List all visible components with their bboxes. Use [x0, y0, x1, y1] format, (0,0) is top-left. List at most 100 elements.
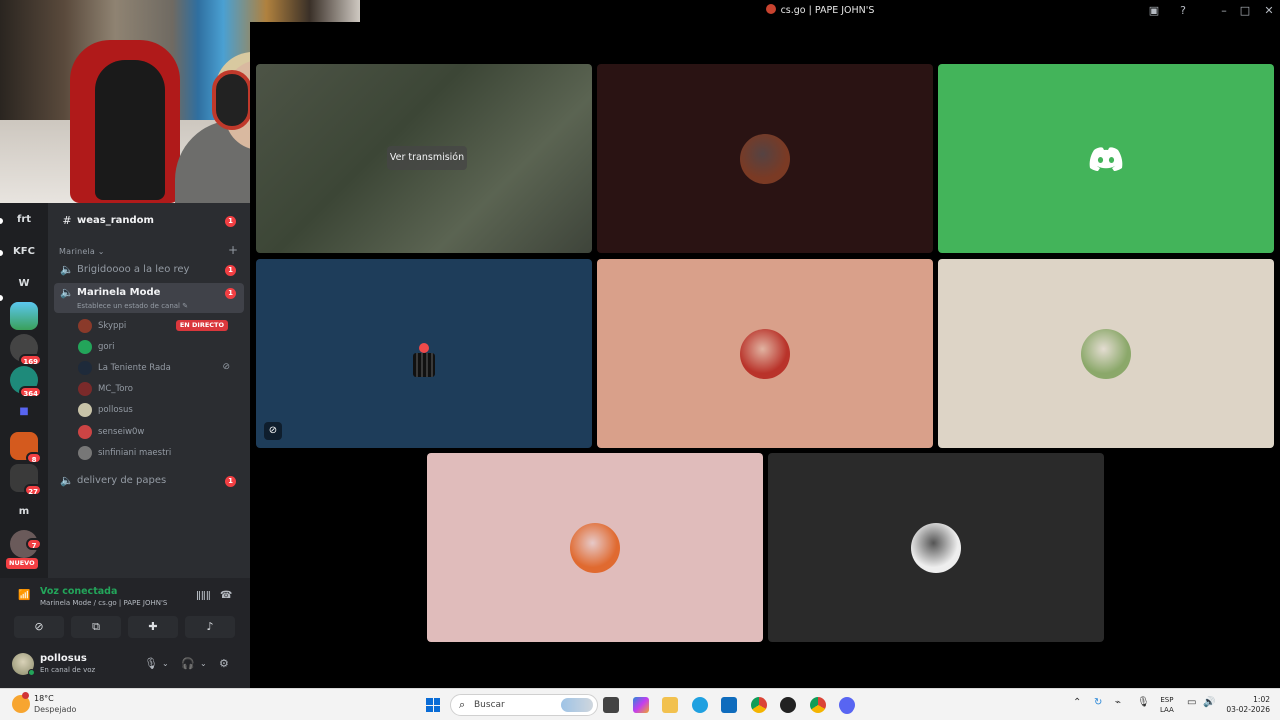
- server-m[interactable]: m: [10, 498, 38, 526]
- signal-icon[interactable]: 📶: [18, 590, 30, 601]
- avatar: [78, 382, 92, 396]
- soundboard-button[interactable]: ♪: [185, 616, 235, 638]
- voice-user-la-teniente-rada[interactable]: La Teniente Rada ⊘: [78, 359, 238, 377]
- window-title: cs.go | PAPE JOHN'S: [360, 4, 1280, 16]
- speaker-icon: 🔈: [60, 263, 74, 276]
- start-button[interactable]: [426, 698, 440, 712]
- notification-dot: [22, 692, 29, 699]
- username[interactable]: pollosus: [40, 653, 87, 664]
- participant-tile-senseiw0w[interactable]: [427, 453, 763, 642]
- server-169[interactable]: 169: [10, 334, 42, 366]
- channel-list: # weas_random 1 Marinela ⌄ + 🔈 Brigidooo…: [48, 203, 250, 578]
- taskbar-search[interactable]: ⌕ Buscar: [450, 694, 598, 716]
- avatar: [911, 522, 961, 573]
- voice-user-pollosus[interactable]: pollosus: [78, 401, 238, 419]
- participant-tile-skyppi[interactable]: [597, 64, 933, 253]
- windows-taskbar: 18°C Despejado ⌕ Buscar ⌃ ↻ ⌁ 🎙 ESP LAA ▭…: [0, 688, 1280, 720]
- discord-taskbar-icon[interactable]: [839, 697, 855, 713]
- voice-connected-panel: 📶 Voz conectada Marinela Mode / cs.go | …: [0, 578, 250, 646]
- server-folder-8[interactable]: 8: [10, 432, 42, 464]
- headphones-icon[interactable]: 🎧: [181, 657, 195, 670]
- voice-connected-location[interactable]: Marinela Mode / cs.go | PAPE JOHN'S: [40, 599, 167, 607]
- network-icon[interactable]: ⌁: [1115, 697, 1121, 708]
- participant-tile-sinfiniani-maestri[interactable]: [768, 453, 1104, 642]
- noise-suppression-icon[interactable]: ǁǁǁ: [196, 590, 211, 601]
- avatar: [740, 133, 790, 184]
- online-status-dot: [28, 669, 35, 676]
- chevron-down-icon[interactable]: ⌄: [162, 659, 169, 668]
- clock[interactable]: 1:02 03-02-2026: [1220, 695, 1270, 715]
- voice-user-gori[interactable]: gori: [78, 338, 238, 356]
- user-panel: pollosus En canal de voz 🎙 ⌄ 🎧 ⌄ ⚙: [0, 646, 250, 688]
- camera-off-icon: ⊘: [264, 422, 282, 440]
- stream-tile[interactable]: Ver transmisión: [256, 64, 592, 253]
- help-icon[interactable]: ?: [1176, 4, 1190, 18]
- voice-user-senseiw0w[interactable]: senseiw0w: [78, 423, 238, 441]
- maximize-button[interactable]: □: [1238, 4, 1252, 18]
- user-status: En canal de voz: [40, 666, 96, 674]
- speaker-icon: 🔈: [60, 474, 74, 487]
- speaker-icon: 🔈: [60, 286, 74, 299]
- channel-weas-random[interactable]: # weas_random 1: [54, 211, 244, 231]
- microphone-icon[interactable]: 🎙: [144, 657, 158, 670]
- activities-button[interactable]: ✚: [128, 616, 178, 638]
- chevron-up-icon[interactable]: ⌃: [1073, 697, 1081, 708]
- copilot-icon[interactable]: [633, 697, 649, 713]
- server-landscape[interactable]: [10, 302, 38, 330]
- app-icon[interactable]: [780, 697, 796, 713]
- server-frt[interactable]: frt: [10, 206, 38, 234]
- live-badge: EN DIRECTO: [175, 320, 228, 331]
- server-kfc[interactable]: KFC: [10, 238, 38, 266]
- avatar: [78, 425, 92, 439]
- task-view-icon[interactable]: [603, 697, 619, 713]
- camera-off-icon: ⊘: [222, 362, 230, 372]
- search-icon: ⌕: [459, 698, 466, 711]
- voice-channel-marinela-mode[interactable]: 🔈 Marinela Mode 1 Establece un estado de…: [54, 283, 244, 313]
- participant-tile-la-teniente-rada[interactable]: ⊘: [256, 259, 592, 448]
- chrome-profile-icon[interactable]: [810, 697, 826, 713]
- avatar: [570, 522, 620, 573]
- screen-share-button[interactable]: ⧉: [71, 616, 121, 638]
- voice-user-skyppi[interactable]: Skyppi EN DIRECTO: [78, 317, 238, 335]
- channel-status-input[interactable]: Establece un estado de canal ✎: [77, 302, 188, 310]
- onedrive-icon[interactable]: ↻: [1094, 697, 1102, 708]
- minimize-button[interactable]: –: [1217, 4, 1231, 18]
- language-indicator[interactable]: ESP LAA: [1160, 695, 1174, 715]
- category-marinela[interactable]: Marinela ⌄: [59, 247, 105, 256]
- volume-icon[interactable]: 🔊: [1203, 697, 1215, 708]
- discord-logo-icon: [1089, 146, 1123, 171]
- avatar: [412, 343, 436, 379]
- title-bar: cs.go | PAPE JOHN'S ▣ ? – □ ✕: [360, 0, 1280, 22]
- file-explorer-icon[interactable]: [662, 697, 678, 713]
- participant-tile-mc-toro[interactable]: [597, 259, 933, 448]
- participant-tile-pollosus[interactable]: [938, 259, 1274, 448]
- gear-icon[interactable]: ⚙: [219, 657, 229, 670]
- headset: [212, 70, 252, 130]
- inbox-icon[interactable]: ▣: [1147, 4, 1161, 18]
- voice-user-sinfiniani-maestri[interactable]: sinfiniani maestri: [78, 444, 238, 462]
- server-364[interactable]: 364: [10, 366, 42, 398]
- watch-stream-button[interactable]: Ver transmisión: [387, 146, 467, 170]
- chevron-down-icon[interactable]: ⌄: [200, 659, 207, 668]
- new-server-tag: NUEVO: [6, 558, 38, 569]
- close-button[interactable]: ✕: [1262, 4, 1276, 18]
- avatar: [740, 328, 790, 379]
- weather-temperature[interactable]: 18°C: [34, 694, 54, 703]
- server-w[interactable]: W: [10, 270, 38, 298]
- folder-icon[interactable]: ■: [10, 398, 38, 426]
- call-grid: Ver transmisión ⊘: [250, 22, 1280, 688]
- microphone-icon[interactable]: 🎙: [1137, 697, 1150, 708]
- server-new[interactable]: 7: [10, 530, 42, 558]
- voice-channel-brigidoooo[interactable]: 🔈 Brigidoooo a la leo rey 1: [54, 260, 244, 280]
- voice-user-mc-toro[interactable]: MC_Toro: [78, 380, 238, 398]
- participant-tile-gori[interactable]: [938, 64, 1274, 253]
- add-channel-icon[interactable]: +: [228, 243, 238, 257]
- edge-icon[interactable]: [692, 697, 708, 713]
- disconnect-icon[interactable]: ☎: [220, 590, 232, 601]
- camera-toggle-button[interactable]: ⊘: [14, 616, 64, 638]
- display-icon[interactable]: ▭: [1187, 697, 1196, 708]
- store-icon[interactable]: [721, 697, 737, 713]
- server-27[interactable]: 27: [10, 464, 42, 496]
- chrome-icon[interactable]: [751, 697, 767, 713]
- voice-channel-delivery-de-papes[interactable]: 🔈 delivery de papes 1: [54, 471, 244, 491]
